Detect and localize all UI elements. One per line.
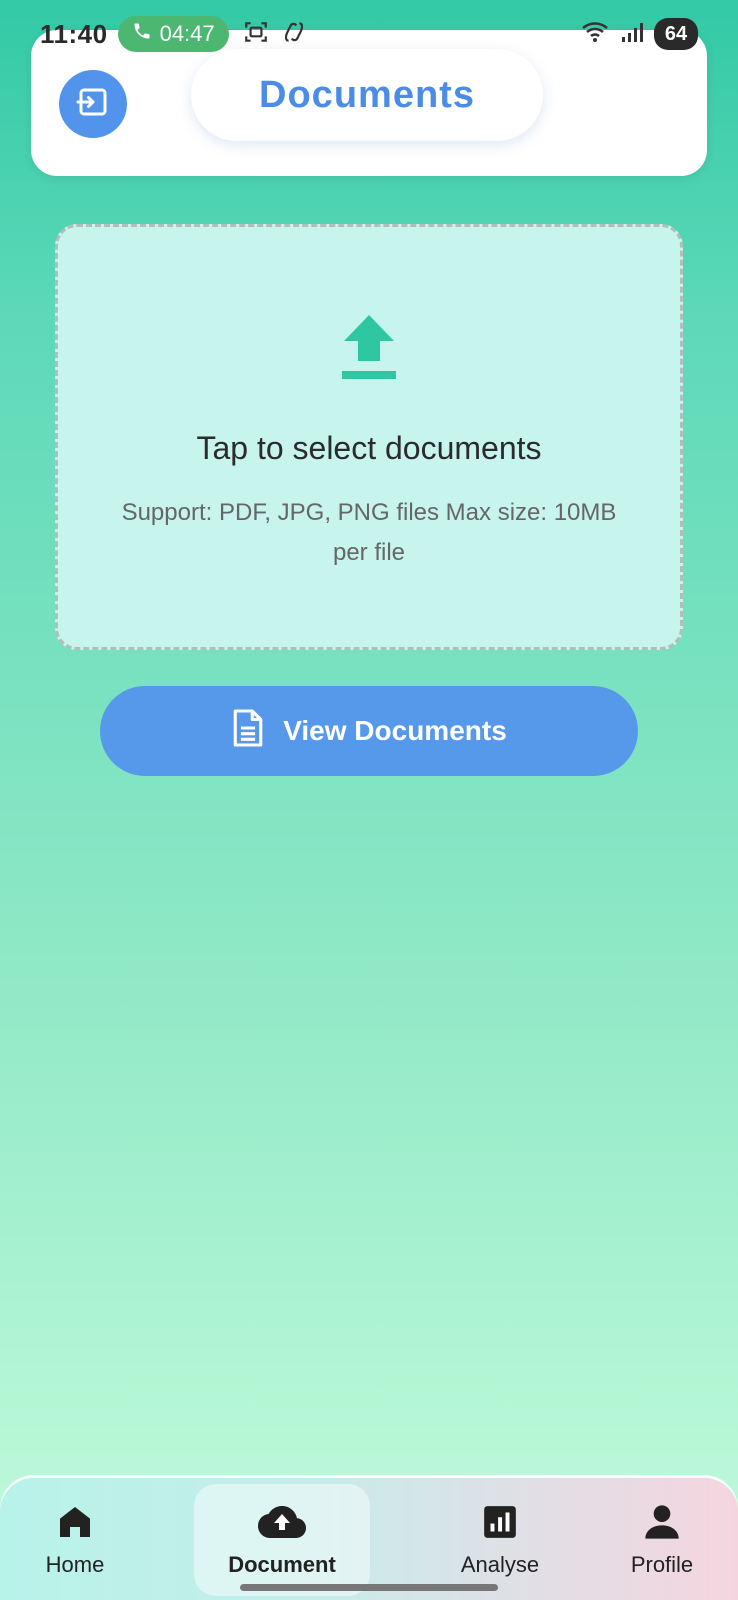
nav-item-document[interactable]: Document [194,1484,370,1596]
call-timer: 04:47 [159,21,215,46]
nav-label-analyse: Analyse [460,1552,540,1577]
nav-item-analyse[interactable]: Analyse [448,1478,552,1600]
wifi-icon [580,20,610,49]
nav-label-document: Document [228,1552,336,1577]
view-documents-button[interactable]: View Documents [100,686,638,776]
nav-item-home[interactable]: Home [30,1478,120,1600]
call-indicator[interactable]: 04:47 [117,16,229,52]
upload-dropzone[interactable]: Tap to select documents Support: PDF, JP… [55,224,683,650]
nav-label-profile: Profile [630,1552,694,1577]
status-time: 11:40 [40,18,108,49]
person-icon [642,1500,682,1544]
upload-title: Tap to select documents [196,430,542,466]
battery-indicator: 64 [654,18,698,50]
document-icon [231,708,265,755]
home-indicator[interactable] [240,1584,498,1591]
page-title: Documents [259,73,475,116]
screenshot-icon [243,19,269,50]
nav-item-profile[interactable]: Profile [616,1478,708,1600]
phone-icon [132,21,152,47]
cloud-upload-icon [256,1500,308,1544]
signal-icon [620,21,644,48]
upload-icon [340,313,398,388]
view-documents-label: View Documents [283,715,507,746]
status-bar: 11:40 04:47 64 [0,0,738,68]
home-icon [55,1500,95,1544]
bottom-nav: Home Document Analyse Profile [0,1478,738,1600]
bar-chart-icon [481,1500,519,1544]
copilot-icon [281,19,307,50]
nav-label-home: Home [45,1552,105,1577]
logout-button[interactable] [59,70,127,138]
logout-icon [75,84,111,125]
upload-subtitle: Support: PDF, JPG, PNG files Max size: 1… [121,499,617,566]
